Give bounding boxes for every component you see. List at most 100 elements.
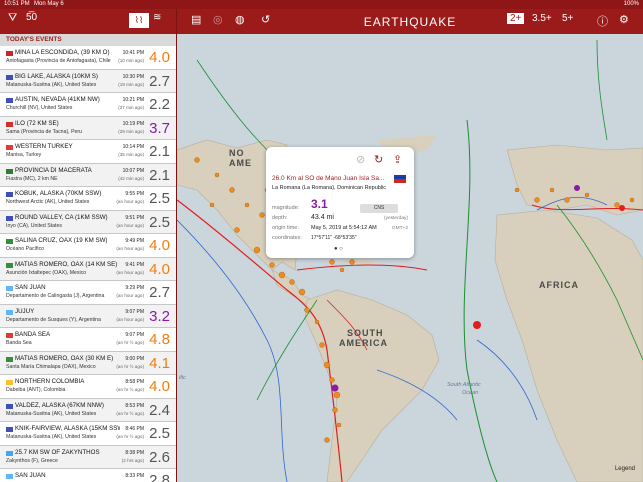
event-row[interactable]: KNIK-FAIRVIEW, ALASKA (15KM SSW) Matanusk… (0, 422, 176, 446)
event-magnitude: 2.5 (149, 213, 170, 231)
country-flag-icon (6, 145, 13, 150)
event-row[interactable]: VALDEZ, ALASKA (67KM NNW) Matanuska-Susit… (0, 398, 176, 422)
event-region: Antofagasta (Provincia de Antofagasta), … (6, 58, 111, 64)
label-africa: AFRICA (539, 280, 579, 290)
event-magnitude: 2.5 (149, 425, 170, 442)
origin-label: origin time: (272, 225, 299, 231)
event-magnitude: 3.2 (149, 307, 170, 325)
label-north-america-2: AME (229, 158, 252, 168)
country-flag-icon (6, 286, 13, 291)
country-flag-icon (6, 474, 13, 479)
event-row[interactable]: BIG LAKE, ALASKA (10KM S) Matanuska-Susit… (0, 69, 176, 93)
gear-icon[interactable]: ⚙ (619, 13, 629, 26)
info-icon[interactable]: ⓘ (597, 13, 608, 29)
event-time: 8:46 PM (125, 426, 144, 432)
event-place: BANDA SEA (15, 331, 51, 338)
country-flag-icon (6, 262, 13, 268)
history-icon[interactable]: ↻ (374, 153, 383, 166)
event-row[interactable]: MINA LA ESCONDIDA, (39 KM O) Antofagasta … (0, 46, 176, 70)
event-time: 9:07 PM (125, 308, 144, 315)
popup-depth: 43.4 mi (311, 214, 334, 221)
event-time: 9:55 PM (125, 191, 144, 197)
event-time: 8:38 PM (125, 449, 144, 456)
event-region: Zakynthos (F), Greece (6, 457, 58, 464)
country-flag-icon (6, 215, 13, 221)
depth-note: (yesterday) (384, 216, 408, 221)
filter-icon[interactable]: ⛛ (8, 12, 17, 25)
event-ago: (42 min ago) (118, 175, 144, 181)
event-place: BIG LAKE, ALASKA (10KM S) (15, 72, 98, 80)
event-row[interactable]: MATIAS ROMERO, OAX (14 KM SE) Asunción Ix… (0, 257, 176, 281)
event-row[interactable]: JUJUY Departamento de Susques (Y), Argent… (0, 304, 176, 328)
share-icon[interactable]: ⇪ (393, 153, 402, 166)
event-ago: (an hour ago) (116, 316, 144, 322)
country-flag-icon (6, 51, 13, 56)
country-flag-icon (6, 98, 13, 103)
event-place: SALINA CRUZ, OAX (19 KM SW) (15, 237, 108, 244)
event-ago: (an hr ½ ago) (116, 363, 144, 369)
mag-filter-3-5[interactable]: 3.5+ (532, 13, 552, 24)
magnitude-filter-icon[interactable]: 5̅0 (26, 12, 37, 23)
country-flag-icon (6, 356, 13, 362)
event-time: 10:21 PM (122, 97, 144, 103)
event-region: Matanuska-Susitna (AK), United States (6, 410, 97, 417)
popup-title: 26.0 Km al SO de Mano Juan Isla Sa... (272, 175, 385, 182)
event-ago: (an hr ½ ago) (116, 340, 144, 345)
event-place: 25.7 KM SW OF ZAKYNTHOS (15, 448, 100, 456)
location-icon[interactable]: ⊘ (356, 153, 365, 166)
event-row[interactable]: WESTERN TURKEY Manisa, Turkey 10:14 PM (35 … (0, 140, 176, 164)
event-time: 10:14 PM (122, 144, 144, 150)
event-magnitude: 2.8 (149, 472, 170, 482)
event-magnitude: 3.7 (149, 119, 170, 137)
event-time: 9:29 PM (125, 285, 144, 291)
label-south-america-2: AMERICA (339, 338, 388, 348)
status-time: 10:51 PM (4, 1, 30, 7)
event-row[interactable]: SALINA CRUZ, OAX (19 KM SW) Océano Pacífi… (0, 234, 176, 258)
event-row[interactable]: AUSTIN, NEVADA (41KM NW) Churchill (NV), … (0, 93, 176, 117)
event-magnitude: 4.0 (149, 237, 170, 254)
event-place: MATIAS ROMERO, OAX (30 KM E) (15, 354, 114, 362)
event-place: ROUND VALLEY, CA (1KM SSW) (15, 213, 108, 221)
seismograph-icon[interactable]: ⌇⌇ (129, 13, 149, 28)
popup-coords: 17°57'11" -68°53'35" (311, 235, 357, 241)
legend-link[interactable]: Legend (615, 466, 635, 472)
event-time: 9:51 PM (125, 214, 144, 221)
label-pacific: ific (179, 375, 186, 381)
event-row[interactable]: ROUND VALLEY, CA (1KM SSW) Inyo (CA), Uni… (0, 210, 176, 234)
event-place: SAN JUAN (15, 284, 46, 291)
event-place: JUJUY (15, 307, 35, 315)
event-row[interactable]: SAN JUAN Departamento de Calingasta (J), … (0, 281, 176, 305)
event-row[interactable]: ILO (72 KM SE) Sama (Provincia de Tacna),… (0, 116, 176, 140)
event-row[interactable]: PROVINCIA DI MACERATA Fiastra (MC), 2 km … (0, 163, 176, 187)
event-list: MINA LA ESCONDIDA, (39 KM O) Antofagasta … (0, 46, 176, 482)
mag-filter-5[interactable]: 5+ (562, 13, 573, 24)
event-row[interactable]: KOBUK, ALASKA (70KM SSW) Northwest Arctic… (0, 187, 176, 211)
event-row[interactable]: MATIAS ROMERO, OAX (30 KM E) Santa María … (0, 351, 176, 375)
flag-icon (394, 175, 406, 183)
event-ago: (an hour ago) (116, 199, 144, 204)
event-place: MATIAS ROMERO, OAX (14 KM SE) (15, 260, 118, 268)
event-ago: (an hour ago) (116, 222, 144, 228)
event-place: WESTERN TURKEY (15, 143, 73, 150)
country-flag-icon (6, 168, 13, 174)
event-region: Northwest Arctic (AK), United States (6, 199, 90, 205)
country-flag-icon (6, 427, 13, 432)
event-row[interactable]: BANDA SEA Banda Sea 9:07 PM (an hr ½ ago) 4.… (0, 328, 176, 352)
event-magnitude: 2.1 (149, 143, 170, 160)
event-row[interactable]: 25.7 KM SW OF ZAKYNTHOS Zakynthos (F), Gr… (0, 445, 176, 469)
event-row[interactable]: SAN JUAN 8:33 PM 2.8 (0, 469, 176, 482)
event-row[interactable]: NORTHERN COLOMBIA Dabeiba (ANT), Colombia… (0, 375, 176, 399)
event-time: 8:58 PM (125, 379, 144, 385)
event-time: 10:19 PM (122, 120, 144, 127)
label-south-atlantic: South Atlantic (447, 382, 481, 388)
event-region: Inyo (CA), United States (6, 222, 62, 229)
mag-filter-2[interactable]: 2+ (507, 13, 525, 24)
event-ago: (10 min ago) (118, 58, 144, 63)
event-ago: (2 hrs ago) (121, 457, 144, 463)
popup-magnitude: 3.1 (311, 197, 328, 211)
page-dots: ● ○ (334, 246, 343, 252)
waves-icon[interactable]: ≋ (153, 12, 161, 23)
event-popup[interactable]: ⊘ ↻ ⇪ 26.0 Km al SO de Mano Juan Isla Sa… (266, 147, 414, 258)
event-region: Océano Pacífico (6, 246, 45, 252)
popup-origin: May 5, 2019 at 5:54:12 AM (311, 225, 377, 231)
